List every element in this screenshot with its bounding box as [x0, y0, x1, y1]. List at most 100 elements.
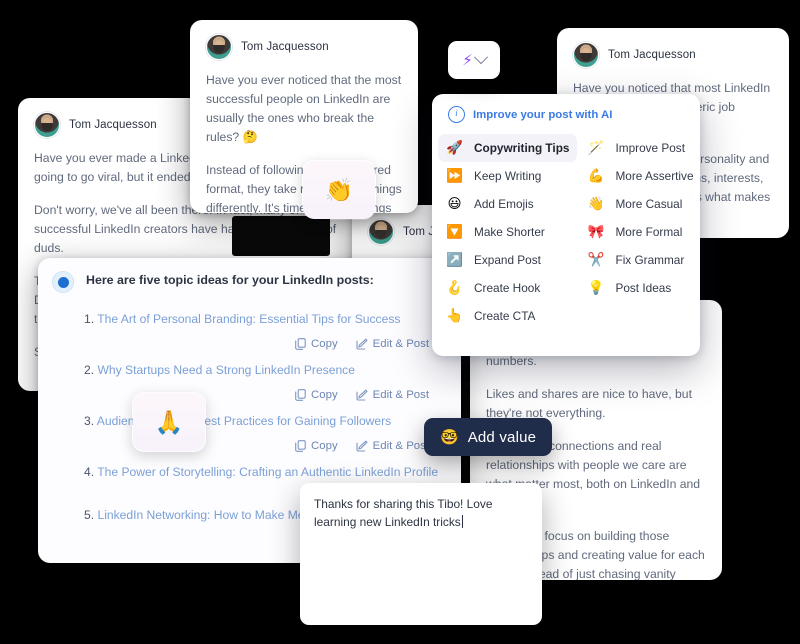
- topic-ideas-header: Here are five topic ideas for your Linke…: [38, 258, 461, 293]
- edit-label: Edit & Post: [372, 389, 429, 401]
- idea-tools: Copy Edit & Post: [84, 338, 445, 350]
- ai-item-label: Add Emojis: [474, 197, 534, 211]
- list-item[interactable]: 1. The Art of Personal Branding: Essenti…: [84, 311, 445, 350]
- emoji-tile-clap[interactable]: 👏: [301, 159, 377, 221]
- idea-line: 4. The Power of Storytelling: Crafting a…: [84, 464, 445, 481]
- edit-label: Edit & Post: [372, 440, 429, 452]
- assistant-dot-icon: [52, 271, 74, 293]
- ai-improve-menu[interactable]: i Improve your post with AI 🚀 Copywritin…: [432, 94, 700, 356]
- ai-item-label: Expand Post: [474, 253, 541, 267]
- copy-button[interactable]: Copy: [295, 389, 338, 401]
- comment-composer[interactable]: Thanks for sharing this Tibo! Love learn…: [300, 483, 542, 625]
- ai-item-more-casual[interactable]: 👋 More Casual: [579, 190, 700, 218]
- ai-item-label: Copywriting Tips: [474, 141, 570, 155]
- ai-item-more-assertive[interactable]: 💪 More Assertive: [579, 162, 700, 190]
- avatar: [368, 219, 394, 245]
- text-caret: [461, 515, 463, 528]
- edit-icon: [356, 389, 368, 401]
- ai-item-post-ideas[interactable]: 💡 Post Ideas: [579, 274, 700, 302]
- ai-item-label: More Casual: [615, 197, 683, 211]
- ai-menu-header-label: Improve your post with AI: [473, 108, 613, 121]
- bow-tie-icon: 🎀: [587, 224, 605, 240]
- ai-item-create-cta[interactable]: 👆 Create CTA: [438, 302, 577, 330]
- waving-hand-icon: 👋: [587, 196, 605, 212]
- ai-menu-header: i Improve your post with AI: [432, 94, 700, 132]
- idea-line: 1. The Art of Personal Branding: Essenti…: [84, 311, 445, 328]
- idea-title[interactable]: Why Startups Need a Strong LinkedIn Pres…: [97, 363, 354, 377]
- ai-item-label: Create CTA: [474, 309, 536, 323]
- copy-icon: [295, 389, 306, 401]
- author-name: Tom Jacquesson: [608, 49, 696, 61]
- fast-forward-icon: ⏩: [446, 168, 463, 184]
- edit-and-post-button[interactable]: Edit & Post: [356, 338, 429, 350]
- idea-title[interactable]: The Art of Personal Branding: Essential …: [97, 312, 400, 326]
- clapping-hands-icon: 👏: [324, 176, 354, 203]
- idea-line: 2. Why Startups Need a Strong LinkedIn P…: [84, 362, 445, 379]
- ai-item-label: Improve Post: [615, 141, 685, 155]
- idea-number: 4.: [84, 465, 95, 479]
- scissors-icon: ✂️: [587, 252, 605, 268]
- copy-label: Copy: [311, 338, 338, 350]
- ai-item-add-emojis[interactable]: 😃 Add Emojis: [438, 190, 577, 218]
- ai-item-label: Keep Writing: [474, 169, 542, 183]
- ai-item-create-hook[interactable]: 🪝 Create Hook: [438, 274, 577, 302]
- ai-item-label: Fix Grammar: [615, 253, 685, 267]
- idea-number: 2.: [84, 363, 95, 377]
- folded-hands-icon: 🙏: [154, 408, 184, 435]
- ai-menu-grid: 🚀 Copywriting Tips 🪄 Improve Post ⏩ Keep…: [432, 132, 700, 340]
- edit-icon: [356, 440, 368, 452]
- topic-ideas-heading: Here are five topic ideas for your Linke…: [86, 273, 374, 287]
- ai-item-keep-writing[interactable]: ⏩ Keep Writing: [438, 162, 577, 190]
- list-item[interactable]: 4. The Power of Storytelling: Crafting a…: [84, 464, 445, 481]
- nerd-face-icon: 🤓: [440, 428, 459, 446]
- post-paragraph: Have you ever noticed that the most succ…: [206, 73, 402, 144]
- add-value-badge[interactable]: 🤓 Add value: [424, 418, 553, 456]
- add-value-label: Add value: [467, 428, 537, 446]
- flexed-biceps-icon: 💪: [587, 168, 605, 184]
- emoji-tile-pray[interactable]: 🙏: [131, 391, 207, 453]
- idea-title[interactable]: The Power of Storytelling: Crafting an A…: [97, 465, 438, 479]
- ai-item-more-formal[interactable]: 🎀 More Formal: [579, 218, 700, 246]
- magic-wand-icon: 🪄: [587, 140, 605, 156]
- author-name: Tom Jacquesson: [241, 41, 329, 53]
- ai-item-label: Make Shorter: [474, 225, 545, 239]
- chevron-down-icon[interactable]: [473, 50, 488, 65]
- author-name: Tom Jacquesson: [69, 119, 157, 131]
- idea-number: 3.: [84, 414, 95, 428]
- avatar: [34, 112, 60, 138]
- smiley-icon: 😃: [447, 196, 462, 212]
- copy-icon: [295, 440, 306, 452]
- ai-item-improve-post[interactable]: 🪄 Improve Post: [579, 134, 700, 162]
- idea-number: 5.: [84, 508, 95, 522]
- avatar: [573, 42, 599, 68]
- ai-item-copywriting-tips[interactable]: 🚀 Copywriting Tips: [438, 134, 578, 162]
- lightning-bolt-icon: ⚡: [462, 51, 473, 69]
- info-icon: i: [448, 106, 465, 123]
- ai-item-label: Create Hook: [474, 281, 541, 295]
- rocket-icon: 🚀: [446, 140, 463, 156]
- shrink-arrows-icon: 🔽: [446, 224, 463, 240]
- comment-input[interactable]: Thanks for sharing this Tibo! Love learn…: [314, 497, 492, 529]
- ai-item-make-shorter[interactable]: 🔽 Make Shorter: [438, 218, 577, 246]
- copy-icon: [295, 338, 306, 350]
- backdrop-patch: [232, 216, 330, 256]
- ai-item-label: Post Ideas: [615, 281, 672, 295]
- canvas: Tom Jacquesson Have you ever made a Link…: [0, 0, 800, 644]
- copy-label: Copy: [311, 440, 338, 452]
- ai-item-expand-post[interactable]: ↗️ Expand Post: [438, 246, 577, 274]
- copy-button[interactable]: Copy: [295, 338, 338, 350]
- ai-item-label: More Assertive: [615, 169, 694, 183]
- pointing-finger-icon: 👆: [446, 308, 463, 324]
- copy-button[interactable]: Copy: [295, 440, 338, 452]
- ai-item-label: More Formal: [615, 225, 683, 239]
- edit-icon: [356, 338, 368, 350]
- ai-bolt-button[interactable]: ⚡: [448, 41, 500, 79]
- edit-and-post-button[interactable]: Edit & Post: [356, 389, 429, 401]
- post-author-row: Tom Jacquesson: [573, 42, 773, 68]
- post-author-row: Tom Jacquesson: [206, 34, 402, 60]
- edit-and-post-button[interactable]: Edit & Post: [356, 440, 429, 452]
- avatar: [206, 34, 232, 60]
- expand-arrows-icon: ↗️: [446, 252, 463, 268]
- ai-item-fix-grammar[interactable]: ✂️ Fix Grammar: [579, 246, 700, 274]
- light-bulb-icon: 💡: [587, 280, 605, 296]
